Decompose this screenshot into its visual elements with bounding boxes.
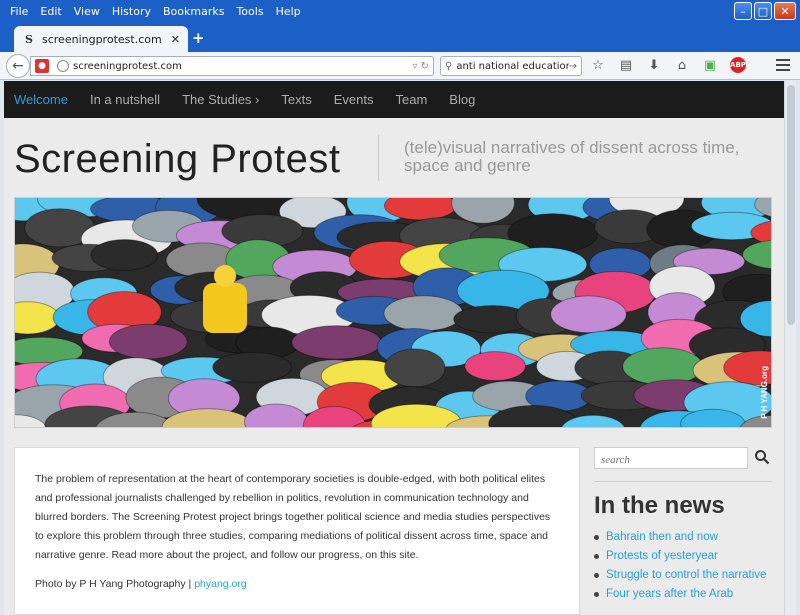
menu-tools[interactable]: Tools [230, 5, 269, 18]
nav-team[interactable]: Team [395, 92, 427, 107]
menu-file[interactable]: File [4, 5, 34, 18]
umbrella-shape [550, 295, 627, 334]
site-tagline: (tele)visual narratives of dissent acros… [404, 138, 740, 175]
search-icon: ⚲ [445, 60, 453, 72]
page-viewport: Welcome In a nutshell The Studies › Text… [4, 81, 784, 615]
scrollbar-thumb[interactable] [787, 85, 795, 325]
search-text[interactable]: anti national education prot [456, 61, 568, 72]
menu-bar: File Edit View History Bookmarks Tools H… [0, 0, 800, 22]
search-bar[interactable]: ⚲ anti national education prot → [440, 56, 582, 76]
figure-hood [214, 265, 236, 287]
back-arrow-icon[interactable]: ← [6, 54, 30, 78]
toolbar-icons: ☆ ▤ ⬇ ⌂ ▣ ABP [590, 56, 746, 74]
tab-title: screeningprotest.com [42, 32, 162, 46]
umbrella-crowd-image [15, 198, 773, 427]
window-controls: – □ ✕ [734, 2, 796, 20]
hero-umbrella-photo: P H YANG.org [14, 197, 772, 428]
intro-paragraph: The problem of representation at the hea… [35, 473, 551, 561]
nav-blog[interactable]: Blog [449, 92, 475, 107]
site-nav: Welcome In a nutshell The Studies › Text… [4, 81, 784, 118]
page-scrollbar[interactable] [784, 81, 796, 615]
browser-tab[interactable]: S screeningprotest.com ✕ [14, 26, 188, 52]
news-item[interactable]: Bahrain then and now [594, 528, 774, 547]
news-item[interactable]: Four years after the Arab [594, 585, 774, 604]
tab-close-icon[interactable]: ✕ [171, 33, 180, 46]
nav-in-a-nutshell[interactable]: In a nutshell [90, 92, 160, 107]
globe-icon [57, 60, 69, 72]
photo-credit-prefix: Photo by P H Yang Photography | [35, 578, 192, 590]
menu-view[interactable]: View [68, 5, 106, 18]
download-icon[interactable]: ⬇ [646, 56, 662, 74]
umbrella-shape [464, 351, 527, 382]
tab-strip: S screeningprotest.com ✕ + [0, 22, 800, 52]
photo-credit-link[interactable]: phyang.org [194, 578, 247, 590]
umbrella-shape [383, 295, 464, 332]
site-favicon-icon: S [25, 32, 33, 46]
news-item[interactable]: Struggle to control the narrative [594, 566, 774, 585]
umbrella-shape [108, 323, 188, 360]
nav-toolbar: ← ● screeningprotest.com ▿ ↻ ⚲ anti nati… [0, 52, 800, 80]
sidebar: In the news Bahrain then and now Protest… [594, 447, 774, 604]
menu-edit[interactable]: Edit [34, 5, 67, 18]
sync-icon[interactable]: ▣ [702, 56, 718, 74]
intro-card: The problem of representation at the hea… [14, 447, 580, 615]
umbrella-shape [90, 239, 159, 271]
umbrella-shape [770, 294, 771, 297]
close-icon[interactable]: ✕ [774, 2, 796, 20]
news-list: Bahrain then and now Protests of yestery… [594, 528, 774, 604]
umbrella-shape [622, 347, 704, 386]
title-divider [378, 135, 379, 181]
photo-credit: Photo by P H Yang Photography | phyang.o… [35, 575, 559, 594]
search-icon[interactable] [754, 449, 770, 465]
news-item[interactable]: Protests of yesteryear [594, 547, 774, 566]
new-tab-icon[interactable]: + [192, 29, 205, 47]
umbrella-shape [772, 383, 773, 424]
adblock-icon[interactable]: ABP [730, 57, 746, 73]
umbrella-shape [212, 351, 293, 383]
reload-icon[interactable]: ▿ ↻ [412, 61, 433, 72]
nav-events[interactable]: Events [334, 92, 374, 107]
site-title[interactable]: Screening Protest [14, 137, 340, 182]
maximize-icon[interactable]: □ [754, 2, 772, 20]
news-heading: In the news [594, 492, 725, 519]
bookmark-star-icon[interactable]: ☆ [590, 56, 606, 74]
yellow-raincoat-figure [203, 283, 247, 333]
nav-the-studies[interactable]: The Studies › [182, 92, 259, 107]
site-identity-icon[interactable]: ● [35, 59, 49, 73]
sidebar-divider [594, 481, 772, 482]
nav-welcome[interactable]: Welcome [14, 92, 68, 107]
menu-bookmarks[interactable]: Bookmarks [157, 5, 230, 18]
umbrella-shape [291, 325, 382, 360]
menu-icon[interactable] [776, 59, 790, 71]
minimize-icon[interactable]: – [734, 2, 752, 20]
nav-texts[interactable]: Texts [281, 92, 311, 107]
search-input[interactable] [595, 450, 747, 470]
url-bar[interactable]: ● screeningprotest.com ▿ ↻ [30, 56, 434, 76]
menu-help[interactable]: Help [270, 5, 307, 18]
umbrella-shape [384, 348, 446, 388]
reading-list-icon[interactable]: ▤ [618, 56, 634, 74]
search-go-icon[interactable]: → [569, 61, 577, 72]
home-icon[interactable]: ⌂ [674, 56, 690, 74]
menu-history[interactable]: History [106, 5, 157, 18]
url-text[interactable]: screeningprotest.com [73, 61, 412, 72]
sidebar-search [594, 447, 748, 470]
hero-photo-credit: P H YANG.org [760, 366, 769, 419]
